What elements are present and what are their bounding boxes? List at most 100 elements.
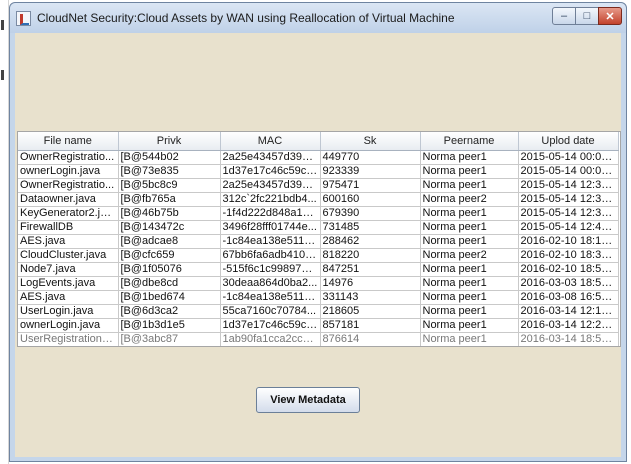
table-cell[interactable]: 600160 bbox=[320, 192, 421, 207]
table-cell[interactable]: [B@46b75b bbox=[118, 206, 221, 221]
column-header[interactable]: File name bbox=[18, 132, 119, 151]
table-cell[interactable]: [B@1bed674 bbox=[118, 290, 221, 305]
table-cell[interactable]: -1c84ea138e5118... bbox=[220, 290, 321, 305]
table-cell[interactable]: 449770 bbox=[320, 150, 421, 165]
table-cell[interactable]: 1ab90fa1cca2cc3f... bbox=[220, 332, 321, 346]
table-cell[interactable]: Norma peer1 bbox=[420, 164, 519, 179]
table-cell[interactable]: 1d37e17c46c59c8... bbox=[220, 164, 321, 179]
table-cell[interactable]: Node7.java bbox=[18, 262, 119, 277]
table-cell[interactable]: Norma peer1 bbox=[420, 290, 519, 305]
table-cell[interactable]: [B@6d3ca2 bbox=[118, 304, 221, 319]
table-cell[interactable]: 2016-03-14 12:10:... bbox=[518, 304, 619, 319]
column-header[interactable]: Peername bbox=[420, 132, 519, 151]
table-cell[interactable]: 2015-05-14 00:05:... bbox=[518, 150, 619, 165]
table-cell[interactable]: [B@143472c bbox=[118, 220, 221, 235]
table-row[interactable]: KeyGenerator2.java [B@46b75b -1f4d222d848a… bbox=[18, 206, 619, 221]
table-cell[interactable]: [B@1f05076 bbox=[118, 262, 221, 277]
table-cell[interactable]: Norma peer1 bbox=[420, 150, 519, 165]
table-cell[interactable]: KeyGenerator2.java bbox=[18, 206, 119, 221]
table-cell[interactable]: 2015-05-14 12:38:... bbox=[518, 206, 619, 221]
table-row[interactable]: LogEvents.java [B@dbe8cd 30deaa864d0ba2...… bbox=[18, 276, 619, 291]
close-button[interactable]: ✕ bbox=[598, 7, 622, 25]
table-row[interactable]: AES.java [B@1bed674 -1c84ea138e5118... 3311… bbox=[18, 290, 619, 305]
table-cell[interactable]: 2016-03-14 18:52:... bbox=[518, 332, 619, 346]
table-row[interactable]: AES.java [B@adcae8 -1c84ea138e5118... 28846… bbox=[18, 234, 619, 249]
table-cell[interactable]: [B@cfc659 bbox=[118, 248, 221, 263]
table-cell[interactable]: LogEvents.java bbox=[18, 276, 119, 291]
column-header[interactable]: Privk bbox=[118, 132, 221, 151]
column-header[interactable]: Sk bbox=[320, 132, 421, 151]
table-cell[interactable]: 2016-02-10 18:14:... bbox=[518, 234, 619, 249]
table-row[interactable]: CloudCluster.java [B@cfc659 67bb6fa6adb410… bbox=[18, 248, 619, 263]
table-cell[interactable]: [B@adcae8 bbox=[118, 234, 221, 249]
table-row[interactable]: OwnerRegistratio... [B@5bc8c9 2a25e43457d3… bbox=[18, 178, 619, 193]
table-cell[interactable]: Norma peer1 bbox=[420, 276, 519, 291]
table-row[interactable]: Dataowner.java [B@fb765a 312c`2fc221bdb4..… bbox=[18, 192, 619, 207]
table-cell[interactable]: 55ca7160c70784... bbox=[220, 304, 321, 319]
table-cell[interactable]: 2015-05-14 12:33:... bbox=[518, 192, 619, 207]
table-cell[interactable]: Norma peer2 bbox=[420, 248, 519, 263]
table-cell[interactable]: [B@fb765a bbox=[118, 192, 221, 207]
table-cell[interactable]: OwnerRegistratio... bbox=[18, 150, 119, 165]
table-cell[interactable]: [B@3abc87 bbox=[118, 332, 221, 346]
table-cell[interactable]: 876614 bbox=[320, 332, 421, 346]
table-cell[interactable]: Norma peer1 bbox=[420, 234, 519, 249]
table-cell[interactable]: Norma peer1 bbox=[420, 318, 519, 333]
table-cell[interactable]: [B@5bc8c9 bbox=[118, 178, 221, 193]
table-cell[interactable]: 857181 bbox=[320, 318, 421, 333]
maximize-button[interactable]: □ bbox=[575, 7, 599, 25]
table-cell[interactable]: 2a25e43457d39df... bbox=[220, 178, 321, 193]
table-cell[interactable]: 288462 bbox=[320, 234, 421, 249]
table-cell[interactable]: 2016-02-10 18:53:... bbox=[518, 262, 619, 277]
table-cell[interactable]: 2015-05-14 12:40:... bbox=[518, 220, 619, 235]
table-cell[interactable]: 3496f28fff01744e... bbox=[220, 220, 321, 235]
column-header[interactable]: Uplod date bbox=[518, 132, 619, 151]
table-cell[interactable]: 1d37e17c46c59c8... bbox=[220, 318, 321, 333]
table-cell[interactable]: Norma peer1 bbox=[420, 178, 519, 193]
table-cell[interactable]: AES.java bbox=[18, 234, 119, 249]
view-metadata-button[interactable]: View Metadata bbox=[256, 387, 360, 413]
table-row[interactable]: FirewallDB [B@143472c 3496f28fff01744e... 7… bbox=[18, 220, 619, 235]
table-cell[interactable]: 2016-03-03 18:57:... bbox=[518, 276, 619, 291]
column-header[interactable]: MAC bbox=[220, 132, 321, 151]
table-cell[interactable]: CloudCluster.java bbox=[18, 248, 119, 263]
title-bar[interactable]: CloudNet Security:Cloud Assets by WAN us… bbox=[10, 3, 626, 33]
table-cell[interactable]: 2016-03-14 12:25:... bbox=[518, 318, 619, 333]
table-cell[interactable]: 2a25e43457d39df... bbox=[220, 150, 321, 165]
table-row[interactable]: ownerLogin.java [B@1b3d1e5 1d37e17c46c59c8… bbox=[18, 318, 619, 333]
table-row[interactable]: ownerLogin.java [B@73e835 1d37e17c46c59c8.… bbox=[18, 164, 619, 179]
table-cell[interactable]: 679390 bbox=[320, 206, 421, 221]
table-cell[interactable]: -515f6c1c99897cc... bbox=[220, 262, 321, 277]
table-cell[interactable]: [B@dbe8cd bbox=[118, 276, 221, 291]
table-row[interactable]: Node7.java [B@1f05076 -515f6c1c99897cc... 8… bbox=[18, 262, 619, 277]
table-cell[interactable]: 2016-02-10 18:33:... bbox=[518, 248, 619, 263]
table-cell[interactable]: 923339 bbox=[320, 164, 421, 179]
table-cell[interactable]: Norma peer1 bbox=[420, 206, 519, 221]
table-cell[interactable]: [B@73e835 bbox=[118, 164, 221, 179]
table-cell[interactable]: Norma peer1 bbox=[420, 332, 519, 346]
table-cell[interactable]: 2015-05-14 12:31:... bbox=[518, 178, 619, 193]
table-cell[interactable]: Norma peer1 bbox=[420, 262, 519, 277]
table-cell[interactable]: 2016-03-08 16:54:... bbox=[518, 290, 619, 305]
table-cell[interactable]: Norma peer2 bbox=[420, 192, 519, 207]
minimize-button[interactable]: – bbox=[552, 7, 576, 25]
table-cell[interactable]: ownerLogin.java bbox=[18, 318, 119, 333]
table-cell[interactable]: 218605 bbox=[320, 304, 421, 319]
table-row[interactable]: OwnerRegistratio... [B@544b02 2a25e43457d3… bbox=[18, 150, 619, 165]
table-row[interactable]: UserLogin.java [B@6d3ca2 55ca7160c70784...… bbox=[18, 304, 619, 319]
table-cell[interactable]: Dataowner.java bbox=[18, 192, 119, 207]
table-cell[interactable]: Norma peer1 bbox=[420, 220, 519, 235]
table-row[interactable]: UserRegistration.j... [B@3abc87 1ab90fa1cc… bbox=[18, 332, 619, 346]
table-cell[interactable]: OwnerRegistratio... bbox=[18, 178, 119, 193]
table-cell[interactable]: 30deaa864d0ba2... bbox=[220, 276, 321, 291]
table-cell[interactable]: 818220 bbox=[320, 248, 421, 263]
table-cell[interactable]: Norma peer1 bbox=[420, 304, 519, 319]
table-cell[interactable]: ownerLogin.java bbox=[18, 164, 119, 179]
table-cell[interactable]: 14976 bbox=[320, 276, 421, 291]
assets-table-scrollpane[interactable]: File name Privk MAC Sk Peername Uplod date Ow… bbox=[17, 131, 621, 347]
table-cell[interactable]: 331143 bbox=[320, 290, 421, 305]
table-cell[interactable]: -1f4d222d848a15... bbox=[220, 206, 321, 221]
table-cell[interactable]: 975471 bbox=[320, 178, 421, 193]
table-cell[interactable]: 847251 bbox=[320, 262, 421, 277]
table-cell[interactable]: [B@1b3d1e5 bbox=[118, 318, 221, 333]
